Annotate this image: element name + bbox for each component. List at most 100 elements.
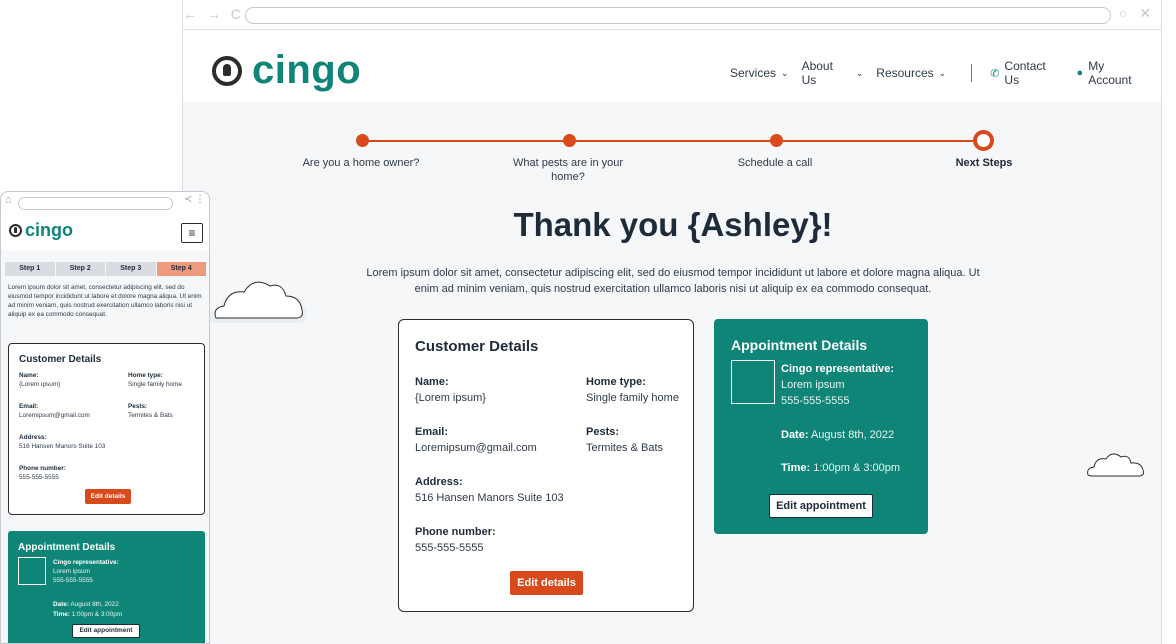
window-control-icons[interactable]: ○ ✕ xyxy=(1119,5,1155,22)
mobile-representative-phone: 555-555-5555 xyxy=(53,577,93,584)
chevron-down-icon: ⌄ xyxy=(938,67,947,78)
mobile-address-field: Address: 516 Hansen Manors Suite 103 xyxy=(19,433,105,451)
cingo-logo[interactable]: cingo xyxy=(212,48,361,93)
main-nav: Services ⌄ About Us ⌄ Resources ⌄ ✆ Cont… xyxy=(730,59,1161,87)
step-4-label: Next Steps xyxy=(955,157,1013,169)
mobile-step-2[interactable]: Step 2 xyxy=(55,262,105,276)
appointment-date: Date: August 8th, 2022 xyxy=(781,427,894,443)
mobile-site-header: cingo ≡ xyxy=(1,214,209,250)
step-2-dot[interactable] xyxy=(563,134,576,147)
mobile-name-field: Name: {Lorem ipsum} xyxy=(19,371,60,389)
logo-mark-icon xyxy=(9,224,22,237)
logo-mark-icon xyxy=(212,55,242,86)
address-bar[interactable] xyxy=(245,7,1111,24)
mobile-time-label: Time: xyxy=(53,611,70,618)
pests-value: Termites & Bats xyxy=(586,442,664,454)
step-4-current-dot xyxy=(973,130,994,151)
chevron-down-icon: ⌄ xyxy=(781,67,789,78)
mobile-email-value: Loremipsum@gmail.com xyxy=(19,412,90,419)
mobile-phone-value: 555-555-5555 xyxy=(19,474,59,481)
phone-label: Phone number: xyxy=(415,526,496,538)
home-type-field: Home type: Single family home xyxy=(586,374,679,406)
step-3-label: Schedule a call xyxy=(737,157,813,169)
mobile-address-label: Address: xyxy=(19,434,47,441)
address-value: 516 Hansen Manors Suite 103 xyxy=(415,492,564,504)
mobile-customer-details-card: Customer Details Name: {Lorem ipsum} Hom… xyxy=(8,343,205,515)
cloud-decoration-right xyxy=(1087,453,1145,477)
stepper-line xyxy=(361,140,983,142)
representative-phone: 555-555-5555 xyxy=(781,395,850,407)
representative-label: Cingo representative: xyxy=(781,363,895,375)
mobile-appointment-heading: Appointment Details xyxy=(18,542,116,553)
nav-about-label: About Us xyxy=(801,59,833,87)
pests-label: Pests: xyxy=(586,426,620,438)
step-1-label: Are you a home owner? xyxy=(302,157,420,169)
nav-contact-us[interactable]: ✆ Contact Us xyxy=(990,59,1063,87)
nav-contact-label: Contact Us xyxy=(1004,59,1046,87)
mobile-pests-value: Termites & Bats xyxy=(128,412,173,419)
nav-resources-label: Resources xyxy=(876,66,934,80)
desktop-browser-window: ← → C ○ ✕ cingo Services ⌄ About Us ⌄ Re… xyxy=(182,0,1162,644)
nav-my-account[interactable]: ● My Account xyxy=(1077,59,1150,87)
mobile-logo-wordmark: cingo xyxy=(25,220,73,240)
representative-name: Lorem ipsum xyxy=(781,379,845,391)
step-1-dot[interactable] xyxy=(356,134,369,147)
home-icon[interactable]: ⌂ xyxy=(5,194,12,206)
address-field: Address: 516 Hansen Manors Suite 103 xyxy=(415,474,564,506)
mobile-address-value: 516 Hansen Manors Suite 103 xyxy=(19,443,106,450)
user-icon: ● xyxy=(1076,67,1084,79)
edit-appointment-button[interactable]: Edit appointment xyxy=(769,494,873,518)
mobile-representative-info: Cingo representative: Lorem ipsum 555-55… xyxy=(53,558,119,585)
nav-account-label: My Account xyxy=(1088,59,1132,87)
mobile-home-type-value: Single family home xyxy=(128,381,182,388)
main-content: Are you a home owner? What pests are in … xyxy=(183,102,1161,644)
email-value: Loremipsum@gmail.com xyxy=(415,442,537,454)
mobile-cingo-logo[interactable]: cingo xyxy=(9,220,73,241)
nav-about-us[interactable]: About Us ⌄ xyxy=(802,59,864,87)
email-label: Email: xyxy=(415,426,449,438)
mobile-representative-photo xyxy=(18,557,46,585)
nav-resources[interactable]: Resources ⌄ xyxy=(876,66,946,80)
mobile-step-4[interactable]: Step 4 xyxy=(156,262,206,276)
name-label: Name: xyxy=(415,376,449,388)
mobile-step-1[interactable]: Step 1 xyxy=(5,262,55,276)
cloud-decoration-left xyxy=(209,281,307,323)
mobile-phone-field: Phone number: 555-555-5555 xyxy=(19,464,66,482)
phone-value: 555-555-5555 xyxy=(415,542,484,554)
mobile-edit-details-button[interactable]: Edit details xyxy=(85,489,131,504)
date-label: Date: xyxy=(781,429,809,441)
appointment-time: Time: 1:00pm & 3:00pm xyxy=(781,460,900,476)
representative-info: Cingo representative: Lorem ipsum 555-55… xyxy=(781,361,894,409)
name-value: {Lorem ipsum} xyxy=(415,392,486,404)
mobile-edit-appointment-button[interactable]: Edit appointment xyxy=(72,624,140,638)
home-type-value: Single family home xyxy=(586,392,679,404)
mobile-step-3[interactable]: Step 3 xyxy=(106,262,156,276)
step-3-dot[interactable] xyxy=(770,134,783,147)
hamburger-menu-icon[interactable]: ≡ xyxy=(181,223,203,243)
browser-nav-icons[interactable]: ← → C xyxy=(183,6,244,22)
chevron-down-icon: ⌄ xyxy=(855,67,864,78)
mobile-name-label: Name: xyxy=(19,372,39,379)
mobile-time-value: 1:00pm & 3:00pm xyxy=(71,611,123,618)
email-field: Email: Loremipsum@gmail.com xyxy=(415,424,537,456)
mobile-step-tabs: Step 1 Step 2 Step 3 Step 4 xyxy=(5,262,207,276)
phone-field: Phone number: 555-555-5555 xyxy=(415,524,496,556)
mobile-appointment-time: Time: 1:00pm & 3:00pm xyxy=(53,610,122,619)
mobile-pests-label: Pests: xyxy=(128,403,148,410)
date-value: August 8th, 2022 xyxy=(810,429,895,441)
step-2-label: What pests are in your home? xyxy=(512,157,624,183)
mobile-intro-text: Lorem ipsum dolor sit amet, consectetur … xyxy=(8,284,202,318)
mobile-name-value: {Lorem ipsum} xyxy=(19,381,61,388)
mobile-appointment-card: Appointment Details Cingo representative… xyxy=(8,531,205,643)
mobile-address-bar[interactable] xyxy=(18,197,173,210)
browser-chrome: ← → C ○ ✕ xyxy=(183,0,1161,30)
mobile-email-label: Email: xyxy=(19,403,39,410)
share-more-icons[interactable]: ≺ ⋮ xyxy=(184,194,205,205)
mobile-browser-window: ⌂ ≺ ⋮ cingo ≡ Step 1 Step 2 Step 3 Step … xyxy=(0,191,210,644)
customer-details-heading: Customer Details xyxy=(415,338,539,355)
pests-field: Pests: Termites & Bats xyxy=(586,424,663,456)
edit-details-button[interactable]: Edit details xyxy=(510,571,583,595)
nav-services[interactable]: Services ⌄ xyxy=(730,66,789,80)
mobile-home-type-label: Home type: xyxy=(128,372,163,379)
mobile-date-value: August 8th, 2022 xyxy=(70,601,119,608)
